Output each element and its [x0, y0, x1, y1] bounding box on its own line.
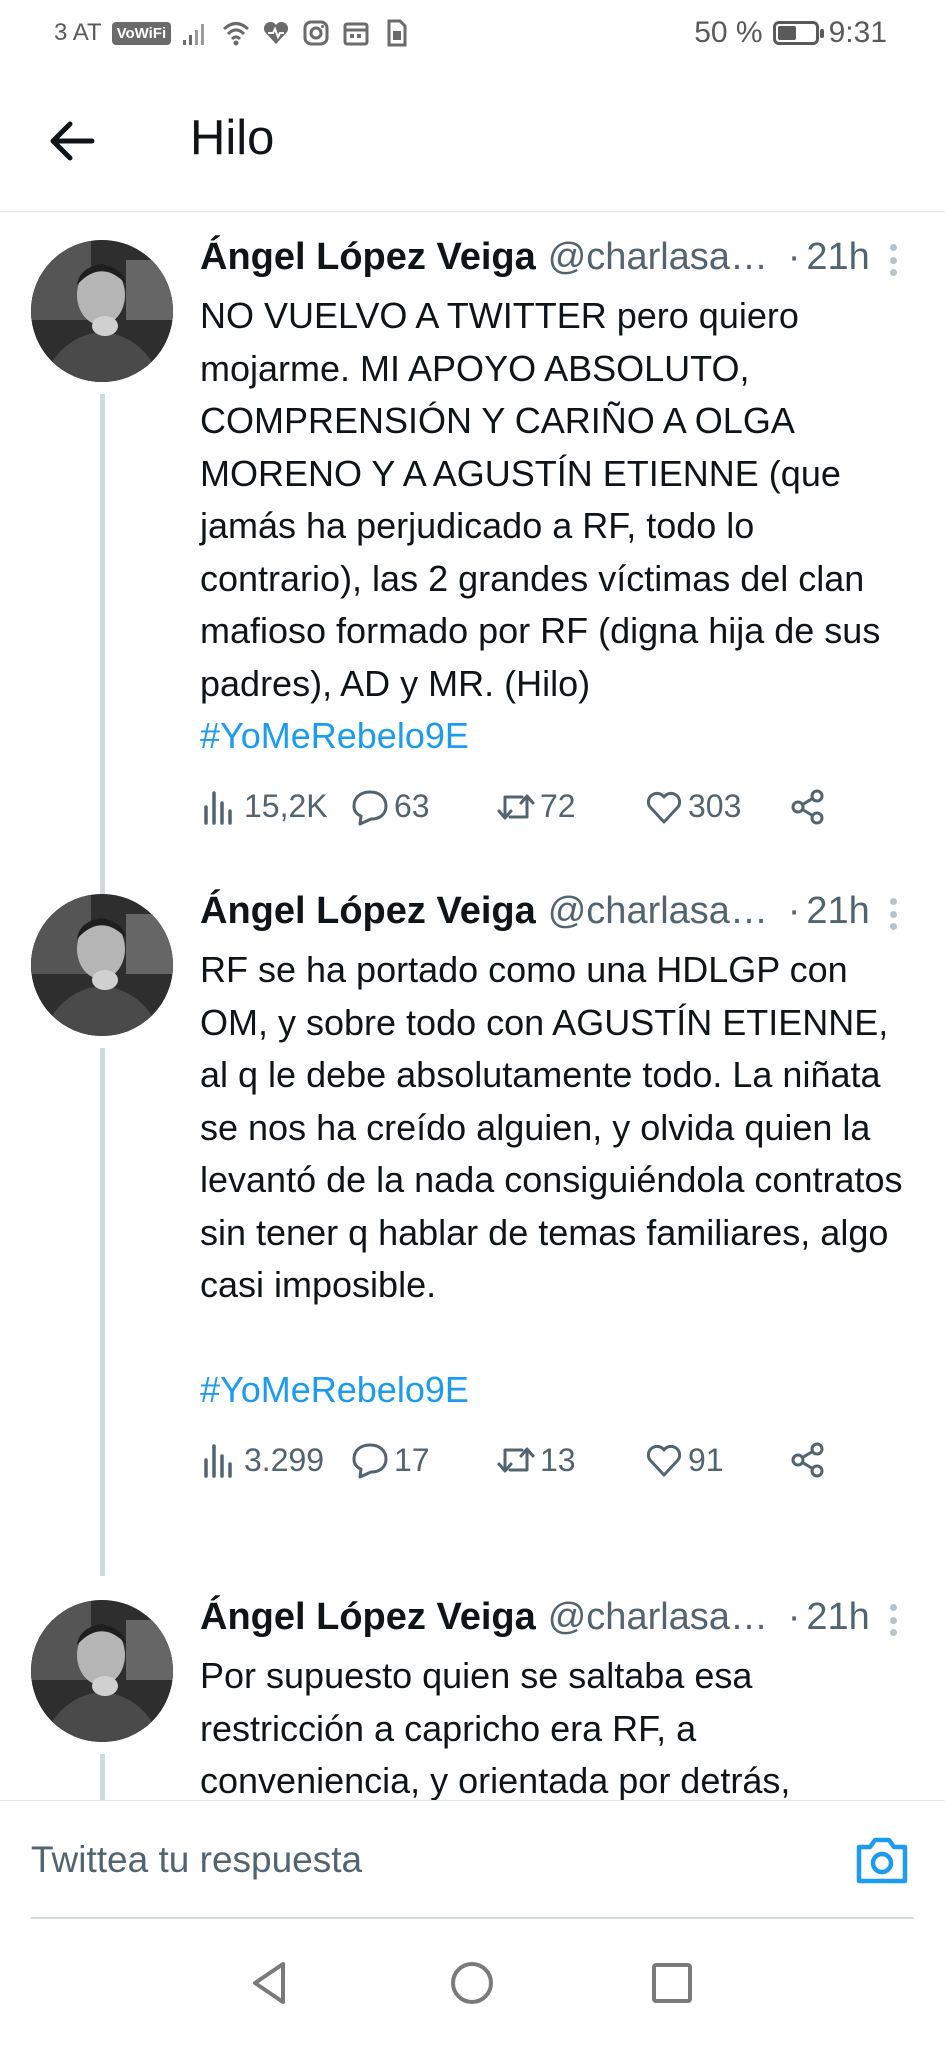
tweet-text: NO VUELVO A TWITTER pero quiero mojarme.… — [200, 295, 891, 704]
analytics-icon — [204, 1444, 232, 1478]
author-handle[interactable]: @charlasal... — [548, 236, 770, 279]
author-handle[interactable]: @charlasal... — [548, 1596, 770, 1639]
views-button[interactable]: 15,2K — [200, 777, 328, 837]
views-count: 3.299 — [244, 1441, 325, 1478]
status-left: 3 AT VoWiFi — [54, 18, 411, 48]
tweet-header: Ángel López Veiga @charlasal... · 21h — [200, 236, 905, 288]
battery-icon — [772, 21, 824, 45]
more-options-icon[interactable] — [881, 894, 905, 934]
tweet-time[interactable]: 21h — [806, 236, 869, 279]
thread-connector — [100, 1754, 105, 1800]
tweet-time[interactable]: 21h — [806, 890, 869, 933]
retweet-button[interactable]: 13 — [496, 1430, 576, 1490]
tweet-body: Ángel López Veiga @charlasal... · 21h Po… — [200, 1596, 905, 1800]
wifi-icon — [223, 22, 250, 46]
reply-bubble-icon — [352, 790, 388, 825]
tweet-body: Ángel López Veiga @charlasal... · 21h RF… — [200, 890, 905, 1490]
retweet-count: 72 — [540, 788, 576, 824]
share-icon — [791, 789, 824, 824]
tweet-actions: 15,2K 63 72 303 — [200, 777, 905, 837]
page-title: Hilo — [190, 111, 275, 165]
system-nav-bar — [0, 1918, 945, 2048]
reply-count: 17 — [394, 1441, 430, 1478]
author-name[interactable]: Ángel López Veiga — [200, 236, 536, 279]
tweet-header: Ángel López Veiga @charlasal... · 21h — [200, 890, 905, 942]
avatar[interactable] — [31, 894, 173, 1036]
reply-button[interactable]: 63 — [350, 777, 430, 837]
tweet-body: Ángel López Veiga @charlasal... · 21h NO… — [200, 236, 905, 837]
camera-icon[interactable] — [855, 1835, 909, 1885]
top-app-bar: Hilo — [0, 68, 945, 212]
tweet-actions: 3.299 17 13 91 — [200, 1430, 905, 1490]
status-bar: 3 AT VoWiFi 50 % 9:31 — [0, 0, 945, 68]
more-options-icon[interactable] — [881, 1600, 905, 1640]
share-button[interactable] — [788, 1430, 828, 1490]
tweet-text: Por supuesto quien se saltaba esa restri… — [200, 1655, 791, 1800]
retweet-button[interactable]: 72 — [496, 777, 576, 837]
retweet-icon — [497, 794, 535, 819]
like-count: 303 — [688, 788, 742, 824]
views-button[interactable]: 3.299 — [200, 1430, 324, 1490]
author-name[interactable]: Ángel López Veiga — [200, 1596, 536, 1639]
like-count: 91 — [688, 1441, 724, 1478]
meta-separator: · — [787, 236, 801, 278]
health-heart-icon — [264, 21, 289, 44]
author-handle[interactable]: @charlasal... — [548, 890, 770, 933]
hashtag-link[interactable]: #YoMeRebelo9E — [200, 710, 905, 763]
meta-separator: · — [787, 890, 801, 932]
avatar[interactable] — [31, 240, 173, 382]
share-button[interactable] — [788, 777, 828, 837]
thread-connector — [100, 394, 105, 922]
tweet[interactable]: Ángel López Veiga @charlasal... · 21h NO… — [0, 212, 945, 922]
carrier-label: 3 AT — [54, 19, 102, 46]
nav-recents-icon[interactable] — [647, 1958, 697, 2008]
signal-icon — [183, 24, 205, 45]
status-right: 50 % 9:31 — [694, 16, 887, 50]
tweet-header: Ángel López Veiga @charlasal... · 21h — [200, 1596, 905, 1648]
like-button[interactable]: 303 — [644, 777, 741, 837]
calendar-icon — [343, 22, 369, 46]
share-icon — [791, 1442, 824, 1478]
heart-icon — [646, 1444, 682, 1477]
reply-input[interactable]: Twittea tu respuesta — [31, 1839, 362, 1881]
thread-connector — [100, 1048, 105, 1576]
meta-separator: · — [787, 1596, 801, 1638]
hashtag-link[interactable]: #YoMeRebelo9E — [200, 1364, 905, 1417]
nav-home-icon[interactable] — [447, 1958, 497, 2008]
more-options-icon[interactable] — [881, 240, 905, 280]
reply-button[interactable]: 17 — [350, 1430, 430, 1490]
retweet-count: 13 — [540, 1441, 576, 1478]
views-count: 15,2K — [244, 788, 328, 824]
like-button[interactable]: 91 — [644, 1430, 724, 1490]
thread-feed[interactable]: Ángel López Veiga @charlasal... · 21h NO… — [0, 212, 945, 1800]
reply-bubble-icon — [352, 1443, 388, 1479]
heart-icon — [646, 791, 682, 823]
tweet[interactable]: Ángel López Veiga @charlasal... · 21h RF… — [0, 866, 945, 1576]
reply-count: 63 — [394, 788, 430, 824]
vowifi-badge: VoWiFi — [111, 21, 172, 45]
tweet-time[interactable]: 21h — [806, 1596, 869, 1639]
tweet-text: RF se ha portado como una HDLGP con OM, … — [200, 949, 913, 1305]
retweet-icon — [497, 1447, 535, 1473]
analytics-icon — [204, 790, 232, 825]
avatar[interactable] — [31, 1600, 173, 1742]
arrow-left-icon[interactable] — [44, 112, 102, 170]
sim-card-icon — [387, 19, 407, 47]
reply-composer: Twittea tu respuesta — [0, 1800, 945, 1919]
author-name[interactable]: Ángel López Veiga — [200, 890, 536, 933]
battery-percent: 50 % — [694, 16, 763, 49]
instagram-icon — [303, 20, 329, 46]
nav-back-icon[interactable] — [245, 1958, 295, 2008]
battery-level-fill — [777, 26, 796, 40]
clock: 9:31 — [828, 16, 887, 49]
tweet[interactable]: Ángel López Veiga @charlasal... · 21h Po… — [0, 1572, 945, 1800]
